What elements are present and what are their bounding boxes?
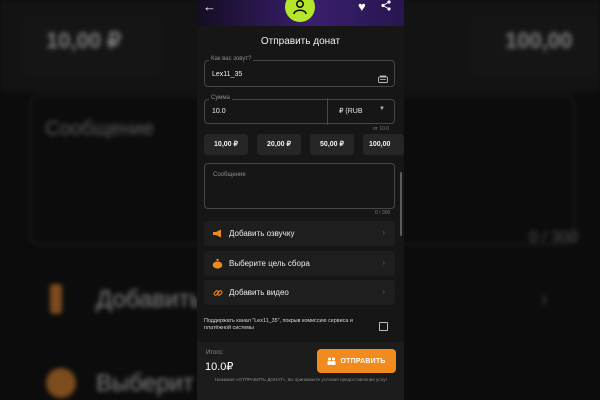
currency-select[interactable]: ₽ (RUB: [339, 107, 363, 115]
donation-form: ← ♥ Отправить донат Как вас зовут? Lex11…: [197, 0, 404, 400]
id-card-icon: [378, 70, 388, 88]
amount-input[interactable]: [204, 99, 395, 124]
footer: Итого: 10.0₽ ОТПРАВИТЬ Нажимая «ОТПРАВИТ…: [197, 342, 404, 400]
message-input[interactable]: [204, 163, 395, 209]
bg-price: 100,00: [505, 28, 573, 53]
support-commission-checkbox[interactable]: [379, 322, 388, 331]
chevron-right-icon: ›: [382, 258, 385, 267]
chevron-right-icon: ›: [382, 228, 385, 237]
add-video-row[interactable]: Добавить видео ›: [204, 280, 395, 305]
add-voice-row[interactable]: Добавить озвучку ›: [204, 221, 395, 246]
terms-text: Нажимая «ОТПРАВИТЬ ДОНАТ», вы принимаете…: [214, 377, 388, 382]
chevron-down-icon[interactable]: ▼: [379, 106, 385, 112]
bg-counter: 0 / 300: [529, 229, 578, 246]
bg-sound-icon: [50, 284, 62, 314]
send-label: ОТПРАВИТЬ: [340, 357, 386, 365]
user-icon: [293, 0, 307, 15]
screen: 10,00 ₽ 100,00 Сообщение 0 / 300 Добавит…: [0, 0, 600, 400]
bg-row-label: Добавить: [96, 286, 203, 313]
support-commission-text: Поддержать канал "Lex11_35", покрыв коми…: [204, 318, 353, 331]
amount-label: Сумма: [209, 95, 232, 101]
scrollbar[interactable]: [400, 172, 402, 236]
chevron-right-icon: ›: [382, 287, 385, 296]
add-voice-label: Добавить озвучку: [229, 229, 295, 238]
total-label: Итого:: [206, 350, 224, 356]
select-goal-row[interactable]: Выберите цель сбора ›: [204, 251, 395, 276]
bg-message-label: Сообщение: [45, 118, 154, 140]
back-arrow-icon[interactable]: ←: [203, 0, 216, 14]
message-counter: 0 / 300: [375, 210, 391, 216]
link-icon: [212, 287, 223, 298]
send-donation-button[interactable]: ОТПРАВИТЬ: [317, 349, 396, 373]
name-value[interactable]: Lex11_35: [212, 71, 242, 78]
preset-amount-button[interactable]: 10,00 ₽: [204, 134, 248, 155]
header-bar: ← ♥: [197, 0, 404, 26]
add-video-label: Добавить видео: [229, 288, 289, 297]
amount-divider: [327, 98, 328, 125]
amount-value[interactable]: 10.0: [212, 108, 226, 115]
bg-price: 10,00 ₽: [46, 28, 122, 53]
money-bag-icon: [212, 258, 223, 269]
select-goal-label: Выберите цель сбора: [229, 259, 310, 268]
preset-amount-button[interactable]: 50,00 ₽: [310, 134, 354, 155]
min-amount-hint: от 10.0: [373, 126, 390, 132]
message-placeholder: Сообщение: [213, 172, 246, 178]
preset-amount-button[interactable]: 100,00: [363, 134, 404, 155]
total-value: 10.0₽: [205, 361, 234, 373]
bg-money-bag-icon: [46, 368, 76, 398]
avatar[interactable]: [285, 0, 315, 22]
page-title: Отправить донат: [260, 36, 341, 47]
preset-amount-button[interactable]: 20,00 ₽: [257, 134, 301, 155]
heart-icon[interactable]: ♥: [358, 0, 366, 14]
users-icon: [327, 357, 336, 365]
bg-row-label: Выберит: [96, 370, 194, 397]
name-label: Как вас зовут?: [209, 56, 254, 62]
megaphone-icon: [212, 228, 223, 239]
bg-chevron-icon: ›: [540, 286, 548, 311]
share-icon[interactable]: [381, 0, 391, 14]
